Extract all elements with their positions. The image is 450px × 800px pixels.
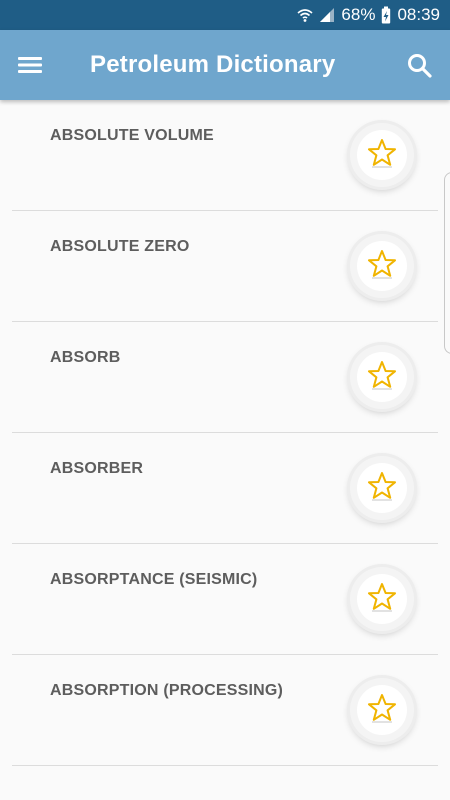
list-item[interactable]: ABSOLUTE ZERO: [0, 211, 450, 322]
star-outline-icon: [366, 248, 398, 285]
term-label: ABSORPTANCE (SEISMIC): [50, 571, 258, 588]
battery-charging-icon: [381, 6, 391, 24]
favorite-button[interactable]: [350, 678, 414, 742]
list-item[interactable]: ABSORPTANCE (SEISMIC): [0, 544, 450, 655]
favorite-button[interactable]: [350, 234, 414, 298]
list-item[interactable]: ABSORPTION (PROCESSING): [0, 655, 450, 766]
star-outline-icon: [366, 137, 398, 174]
favorite-button[interactable]: [350, 345, 414, 409]
term-label: ABSORPTION (PROCESSING): [50, 682, 284, 699]
status-icons: 68% 08:39: [297, 0, 440, 30]
term-label: ABSOLUTE ZERO: [50, 238, 190, 255]
star-outline-icon: [366, 470, 398, 507]
term-label: ABSOLUTE VOLUME: [50, 127, 214, 144]
battery-percent: 68%: [341, 5, 376, 24]
status-bar: 68% 08:39: [0, 0, 450, 30]
star-outline-icon: [366, 359, 398, 396]
list-item[interactable]: ABSORB: [0, 322, 450, 433]
hamburger-menu-icon: [14, 57, 46, 83]
signal-icon: [319, 7, 335, 23]
favorite-button[interactable]: [350, 567, 414, 631]
favorite-button[interactable]: [350, 456, 414, 520]
menu-button[interactable]: [14, 51, 46, 79]
divider: [12, 765, 438, 766]
list-item[interactable]: ABSOLUTE VOLUME: [0, 100, 450, 211]
term-label: ABSORB: [50, 349, 121, 366]
term-label: ABSORBER: [50, 460, 144, 477]
app-bar: Petroleum Dictionary: [0, 30, 450, 100]
list-item[interactable]: ABSORBER: [0, 433, 450, 544]
star-outline-icon: [366, 581, 398, 618]
clock: 08:39: [397, 5, 440, 24]
wifi-icon: [297, 7, 313, 23]
star-outline-icon: [366, 692, 398, 729]
term-list: ABSOLUTE VOLUME ABSOLUTE ZERO ABSORB ABS…: [0, 100, 450, 800]
page-title: Petroleum Dictionary: [90, 51, 336, 78]
favorite-button[interactable]: [350, 123, 414, 187]
search-icon: [404, 54, 436, 86]
search-button[interactable]: [404, 50, 436, 82]
scroll-handle[interactable]: [444, 172, 450, 354]
